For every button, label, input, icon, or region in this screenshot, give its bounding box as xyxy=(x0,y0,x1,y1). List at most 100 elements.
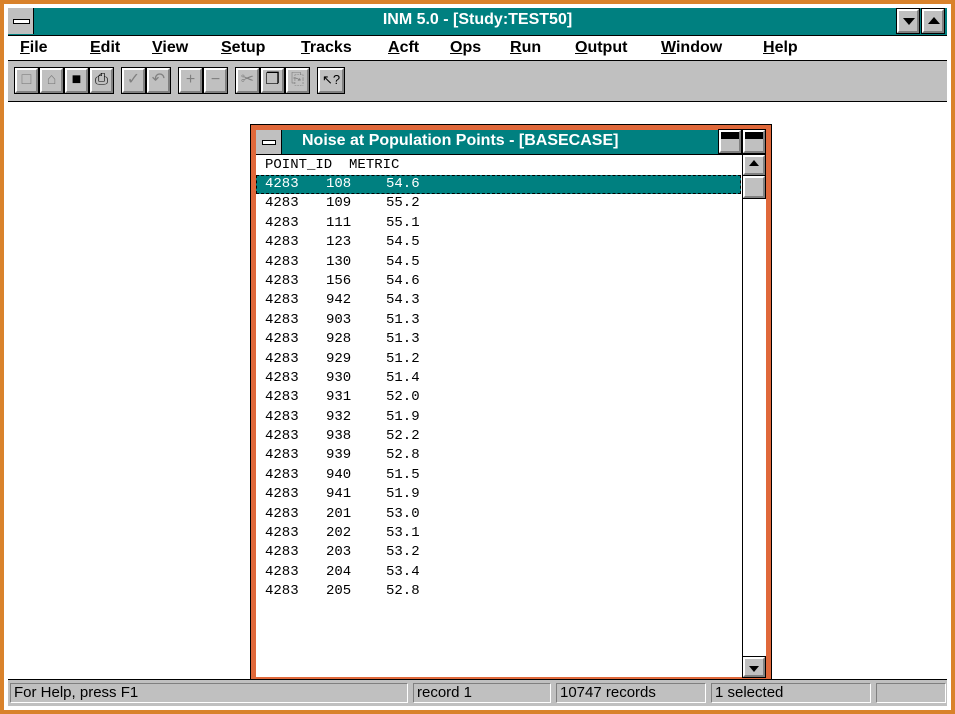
metric-cell: 54.6 xyxy=(386,176,420,192)
status-extra-pane xyxy=(876,683,946,703)
menu-view[interactable]: View xyxy=(152,39,188,57)
table-row[interactable]: 4283 939 52.8 xyxy=(256,446,741,465)
metric-cell: 54.5 xyxy=(386,253,420,270)
table-row[interactable]: 4283 123 54.5 xyxy=(256,233,741,252)
table-row[interactable]: 4283 942 54.3 xyxy=(256,291,741,310)
id-cell: 204 xyxy=(326,563,352,580)
table-row[interactable]: 4283 156 54.6 xyxy=(256,272,741,291)
point-cell: 4283 xyxy=(265,428,299,445)
metric-cell: 54.6 xyxy=(386,272,420,289)
undo-button[interactable]: ↶ xyxy=(146,67,171,94)
maximize-arrow-icon xyxy=(745,132,763,139)
point-cell: 4283 xyxy=(265,234,299,251)
menu-file[interactable]: File xyxy=(20,39,48,57)
point-cell: 4283 xyxy=(265,214,299,231)
main-titlebar[interactable]: INM 5.0 - [Study:TEST50] xyxy=(8,8,947,36)
minimize-arrow-icon xyxy=(721,132,739,139)
id-cell: 108 xyxy=(326,176,352,192)
mdi-client-area: Noise at Population Points - [BASECASE] … xyxy=(8,102,947,683)
table-row[interactable]: 4283 111 55.1 xyxy=(256,214,741,233)
arrow-up-icon xyxy=(749,160,759,166)
new-file-button[interactable]: □ xyxy=(14,67,39,94)
table-row[interactable]: 4283 204 53.4 xyxy=(256,563,741,582)
metric-cell: 51.3 xyxy=(386,331,420,348)
check-button[interactable]: ✓ xyxy=(121,67,146,94)
minimize-button[interactable] xyxy=(896,8,920,34)
copy-button[interactable]: ❐ xyxy=(260,67,285,94)
point-cell: 4283 xyxy=(265,389,299,406)
metric-cell: 53.0 xyxy=(386,505,420,522)
point-cell: 4283 xyxy=(265,505,299,522)
child-system-menu-icon[interactable] xyxy=(256,130,282,154)
records-list[interactable]: POINT_ID METRIC 4283 108 54.6 4283 109 55.2 42… xyxy=(256,155,741,677)
print-button[interactable]: ⎙ xyxy=(89,67,114,94)
menu-edit[interactable]: Edit xyxy=(90,39,120,57)
table-row[interactable]: 4283 941 51.9 xyxy=(256,485,741,504)
menu-window[interactable]: Window xyxy=(661,39,722,57)
id-cell: 932 xyxy=(326,408,352,425)
save-button[interactable]: ■ xyxy=(64,67,89,94)
table-row[interactable]: 4283 130 54.5 xyxy=(256,253,741,272)
metric-cell: 55.1 xyxy=(386,214,420,231)
paste-button[interactable]: ⎘ xyxy=(285,67,310,94)
status-record-count: 10747 records xyxy=(556,683,706,703)
point-cell: 4283 xyxy=(265,466,299,483)
point-cell: 4283 xyxy=(265,544,299,561)
undo-icon: ↶ xyxy=(151,71,166,88)
table-row[interactable]: 4283 205 52.8 xyxy=(256,582,741,601)
scroll-up-button[interactable] xyxy=(742,154,766,176)
status-selected: 1 selected xyxy=(711,683,871,703)
check-icon: ✓ xyxy=(126,71,141,88)
copy-icon: ❐ xyxy=(265,71,280,88)
point-cell: 4283 xyxy=(265,272,299,289)
child-minimize-button[interactable] xyxy=(718,129,742,154)
vertical-scrollbar[interactable] xyxy=(742,154,766,678)
scroll-thumb[interactable] xyxy=(742,175,766,199)
table-row[interactable]: 4283 928 51.3 xyxy=(256,330,741,349)
cut-button[interactable]: ✂ xyxy=(235,67,260,94)
table-row[interactable]: 4283 108 54.6 xyxy=(256,175,741,195)
maximize-button[interactable] xyxy=(921,8,945,34)
plus-icon: + xyxy=(185,71,196,88)
id-cell: 903 xyxy=(326,311,352,328)
table-row[interactable]: 4283 938 52.2 xyxy=(256,427,741,446)
id-cell: 941 xyxy=(326,486,352,503)
point-cell: 4283 xyxy=(265,292,299,309)
save-disk-icon: ■ xyxy=(71,71,82,88)
id-cell: 930 xyxy=(326,369,352,386)
metric-cell: 51.4 xyxy=(386,369,420,386)
point-cell: 4283 xyxy=(265,311,299,328)
toolbar: □ ⌂ ■ ⎙ ✓ ↶ + − ✂ ❐ ⎘ ↖? xyxy=(8,61,947,102)
child-titlebar[interactable]: Noise at Population Points - [BASECASE] xyxy=(256,129,766,155)
remove-button[interactable]: − xyxy=(203,67,228,94)
menu-ops[interactable]: Ops xyxy=(450,39,481,57)
table-row[interactable]: 4283 903 51.3 xyxy=(256,311,741,330)
menu-acft[interactable]: Acft xyxy=(388,39,419,57)
add-button[interactable]: + xyxy=(178,67,203,94)
table-row[interactable]: 4283 929 51.2 xyxy=(256,350,741,369)
table-row[interactable]: 4283 932 51.9 xyxy=(256,408,741,427)
menu-setup[interactable]: Setup xyxy=(221,39,265,57)
metric-cell: 55.2 xyxy=(386,195,420,212)
menu-run[interactable]: Run xyxy=(510,39,541,57)
metric-cell: 51.9 xyxy=(386,408,420,425)
table-row[interactable]: 4283 202 53.1 xyxy=(256,524,741,543)
table-row[interactable]: 4283 930 51.4 xyxy=(256,369,741,388)
metric-cell: 52.2 xyxy=(386,428,420,445)
menu-tracks[interactable]: Tracks xyxy=(301,39,352,57)
print-icon: ⎙ xyxy=(95,71,108,88)
menu-help[interactable]: Help xyxy=(763,39,798,57)
menu-output[interactable]: Output xyxy=(575,39,627,57)
table-row[interactable]: 4283 109 55.2 xyxy=(256,194,741,213)
metric-cell: 54.3 xyxy=(386,292,420,309)
table-row[interactable]: 4283 203 53.2 xyxy=(256,543,741,562)
table-row[interactable]: 4283 931 52.0 xyxy=(256,388,741,407)
table-row[interactable]: 4283 940 51.5 xyxy=(256,466,741,485)
open-folder-button[interactable]: ⌂ xyxy=(39,67,64,94)
status-record: record 1 xyxy=(413,683,551,703)
table-row[interactable]: 4283 201 53.0 xyxy=(256,505,741,524)
context-help-button[interactable]: ↖? xyxy=(317,67,345,94)
id-cell: 156 xyxy=(326,272,352,289)
child-maximize-button[interactable] xyxy=(742,129,766,154)
scroll-down-button[interactable] xyxy=(742,656,766,678)
